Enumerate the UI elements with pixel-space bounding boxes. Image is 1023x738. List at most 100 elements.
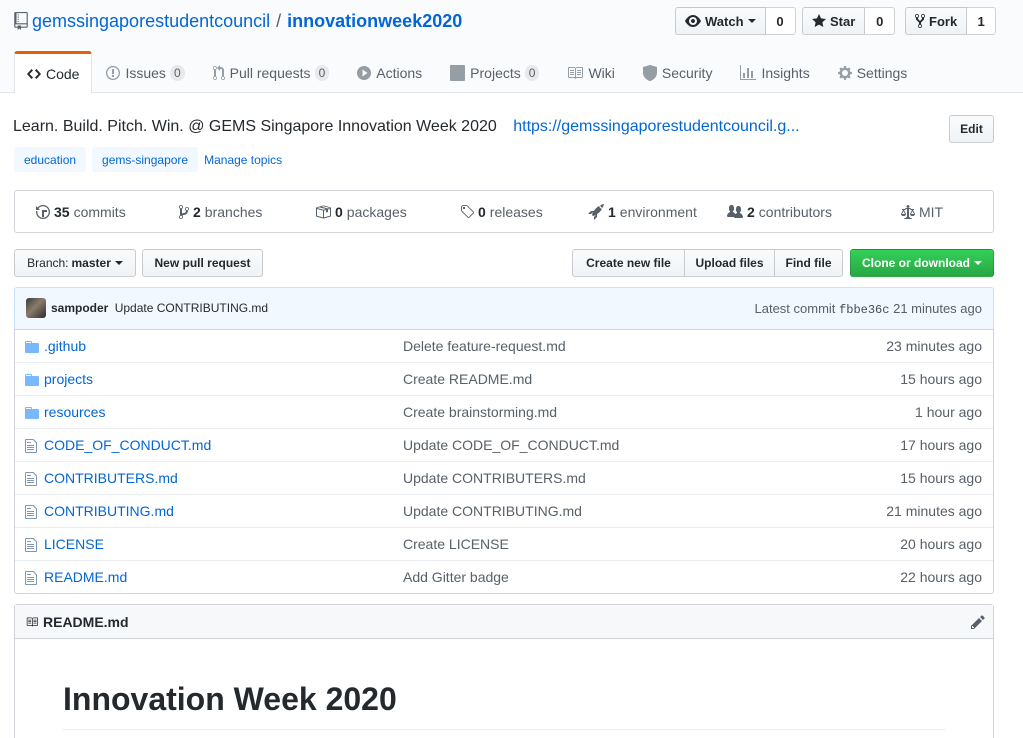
tab-wiki[interactable]: Wiki: [553, 51, 628, 93]
table-row: CONTRIBUTING.md Update CONTRIBUTING.md 21 …: [15, 494, 993, 527]
file-commit-message[interactable]: Add Gitter badge: [403, 569, 509, 585]
new-pull-request-button[interactable]: New pull request: [142, 249, 263, 277]
tab-issues-label: Issues: [125, 65, 166, 81]
commits-label: commits: [73, 203, 126, 220]
gear-icon: [837, 66, 852, 80]
watch-count[interactable]: 0: [765, 7, 796, 35]
projects-counter: 0: [524, 65, 540, 81]
file-age: 17 hours ago: [900, 437, 982, 453]
tab-settings-label: Settings: [856, 65, 908, 81]
tab-settings[interactable]: Settings: [824, 51, 922, 93]
book-icon: [26, 617, 38, 627]
tab-code[interactable]: Code: [14, 51, 93, 94]
pulls-counter: 0: [314, 65, 330, 81]
tab-security-label: Security: [661, 65, 713, 81]
repo-nav: Code Issues 0 Pull requests 0 Actions Pr…: [14, 51, 922, 94]
star-button[interactable]: Star: [802, 7, 866, 35]
tab-actions[interactable]: Actions: [343, 51, 436, 93]
tab-insights[interactable]: Insights: [726, 51, 823, 93]
tab-projects[interactable]: Projects 0: [436, 51, 553, 93]
commits-link[interactable]: 35 commits: [36, 191, 126, 232]
packages-link[interactable]: 0 packages: [315, 191, 407, 232]
commit-message[interactable]: Update CONTRIBUTING.md: [115, 301, 268, 315]
fork-button[interactable]: Fork: [905, 7, 968, 35]
branch-select-button[interactable]: Branch: master: [14, 249, 136, 277]
topic-tag[interactable]: gems-singapore: [92, 147, 199, 172]
file-name-link[interactable]: CODE_OF_CONDUCT.md: [44, 437, 211, 453]
file-name-link[interactable]: CONTRIBUTERS.md: [44, 470, 178, 486]
packages-label: packages: [346, 203, 407, 220]
fork-group: Fork 1: [905, 7, 997, 35]
tab-actions-label: Actions: [376, 65, 423, 81]
graph-icon: [740, 65, 757, 80]
file-icon: [25, 537, 37, 553]
license-link[interactable]: MIT: [901, 191, 943, 232]
find-file-button[interactable]: Find file: [774, 249, 843, 277]
file-commit-message[interactable]: Create LICENSE: [403, 536, 509, 552]
folder-icon: [25, 339, 39, 355]
file-commit-message[interactable]: Create README.md: [403, 371, 532, 387]
edit-description-button[interactable]: Edit: [949, 115, 994, 143]
releases-link[interactable]: 0 releases: [460, 191, 543, 232]
avatar[interactable]: [26, 298, 46, 318]
environment-count: 1: [608, 203, 616, 220]
commit-author[interactable]: sampoder: [51, 301, 108, 315]
branches-link[interactable]: 2 branches: [179, 191, 262, 232]
tab-pull-requests[interactable]: Pull requests 0: [199, 51, 344, 93]
releases-count: 0: [478, 203, 486, 220]
fork-icon: [915, 13, 925, 29]
topics-list: education gems-singapore Manage topics: [14, 147, 282, 172]
repo-book-icon: [14, 12, 28, 30]
pencil-icon[interactable]: [971, 614, 985, 630]
topic-tag[interactable]: education: [14, 147, 87, 172]
file-commit-message[interactable]: Create brainstorming.md: [403, 404, 557, 420]
file-name-link[interactable]: CONTRIBUTING.md: [44, 503, 174, 519]
file-commit-message[interactable]: Update CONTRIBUTERS.md: [403, 470, 586, 486]
tab-code-label: Code: [46, 65, 80, 82]
watch-button[interactable]: Watch: [675, 7, 766, 35]
file-name-link[interactable]: LICENSE: [44, 536, 104, 552]
issue-opened-icon: [106, 66, 121, 80]
file-name-link[interactable]: .github: [44, 338, 86, 354]
contributors-link[interactable]: 2 contributors: [727, 191, 832, 232]
readme-box: README.md Innovation Week 2020: [14, 604, 994, 738]
file-name-link[interactable]: projects: [44, 371, 93, 387]
book-icon: [568, 67, 584, 79]
repo-owner-link[interactable]: gemssingaporestudentcouncil: [32, 11, 270, 32]
commit-author-line: sampoder Update CONTRIBUTING.md: [51, 301, 268, 315]
contributors-label: contributors: [758, 203, 832, 220]
file-commit-message[interactable]: Update CONTRIBUTING.md: [403, 503, 582, 519]
tab-issues[interactable]: Issues 0: [92, 51, 198, 93]
file-commit-message[interactable]: Update CODE_OF_CONDUCT.md: [403, 437, 619, 453]
fork-count[interactable]: 1: [967, 7, 997, 35]
commit-sha-link[interactable]: fbbe36c: [839, 303, 889, 317]
tab-security[interactable]: Security: [629, 51, 727, 93]
latest-commit-info: Latest commit fbbe36c 21 minutes ago: [755, 301, 983, 317]
star-count[interactable]: 0: [865, 7, 896, 35]
file-actions-group: Create new file Upload files Find file: [572, 249, 843, 277]
packages-count: 0: [335, 203, 343, 220]
manage-topics-link[interactable]: Manage topics: [204, 153, 282, 167]
tab-projects-label: Projects: [470, 65, 521, 81]
eye-icon: [685, 15, 701, 27]
file-name-link[interactable]: resources: [44, 404, 105, 420]
rocket-icon: [588, 203, 604, 220]
repo-title: gemssingaporestudentcouncil / innovation…: [14, 9, 462, 33]
file-commit-message[interactable]: Delete feature-request.md: [403, 338, 566, 354]
clone-or-download-button[interactable]: Clone or download: [850, 249, 994, 277]
file-name-link[interactable]: README.md: [44, 569, 127, 585]
file-list: .github Delete feature-request.md 23 minut…: [14, 329, 994, 594]
releases-label: releases: [489, 203, 543, 220]
readme-header: README.md: [15, 605, 993, 639]
readme-filename: README.md: [43, 614, 129, 630]
caret-down-icon: [974, 261, 982, 265]
environment-label: environment: [619, 203, 697, 220]
website-link[interactable]: https://gemssingaporestudentcouncil.g...: [513, 118, 799, 135]
repo-name-link[interactable]: innovationweek2020: [287, 11, 462, 32]
create-new-file-button[interactable]: Create new file: [572, 249, 685, 277]
tab-insights-label: Insights: [761, 65, 810, 81]
law-icon: [901, 204, 915, 219]
play-icon: [357, 66, 372, 80]
environment-link[interactable]: 1 environment: [588, 191, 697, 232]
upload-files-button[interactable]: Upload files: [684, 249, 775, 277]
